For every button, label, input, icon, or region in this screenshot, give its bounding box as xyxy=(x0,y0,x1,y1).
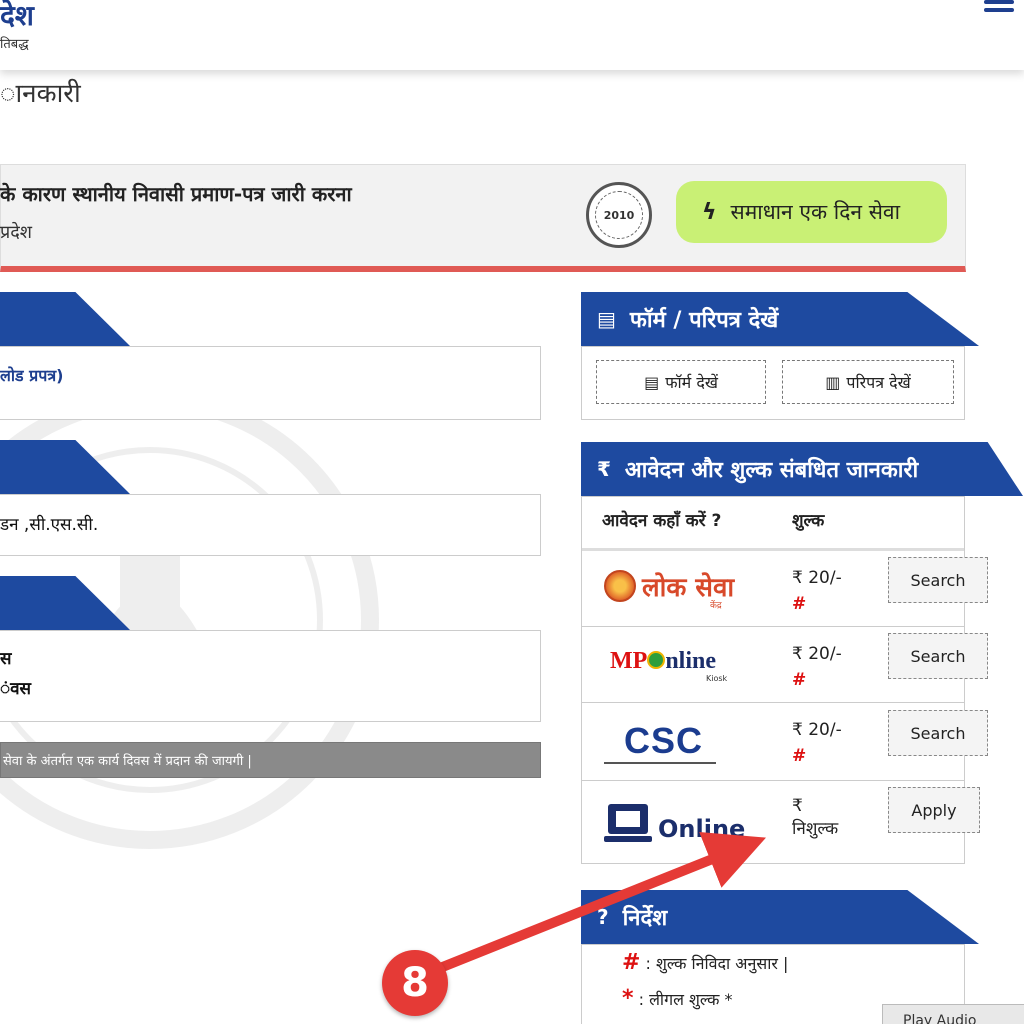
service-department: प्रदेश xyxy=(0,222,33,243)
rupee-icon: ₹ xyxy=(597,457,611,481)
question-circle-icon: ? xyxy=(597,905,609,929)
seal-2010-icon: 2010 xyxy=(586,182,652,248)
search-lok-seva-button[interactable]: Search xyxy=(888,557,988,603)
table-row-divider xyxy=(582,780,964,781)
fee-mponline: ₹ 20/- xyxy=(792,644,842,664)
fee-panel-header: ₹ आवेदन और शुल्क संबधित जानकारी xyxy=(581,442,1023,496)
nirdesh-panel-header: ? निर्देश xyxy=(581,890,979,944)
file-icon: ▤ xyxy=(644,372,660,392)
table-divider xyxy=(582,548,964,551)
table-row-divider xyxy=(582,702,964,703)
view-form-label: फॉर्म देखें xyxy=(665,373,718,392)
book-icon: ▥ xyxy=(825,372,841,392)
service-name: के कारण स्थानीय निवासी प्रमाण-पत्र जारी … xyxy=(0,182,352,206)
play-audio-button[interactable]: Play Audio xyxy=(882,1004,1024,1024)
search-mponline-button[interactable]: Search xyxy=(888,633,988,679)
time-line-2: ंवस xyxy=(0,679,32,699)
view-circular-label: परिपत्र देखें xyxy=(846,373,911,392)
col-fee-header: शुल्क xyxy=(792,511,825,531)
seal-year: 2010 xyxy=(595,191,643,239)
document-icon: ▤ xyxy=(597,307,616,331)
time-line-1: स xyxy=(0,649,12,669)
samadhan-label: समाधान एक दिन सेवा xyxy=(730,200,901,224)
hamburger-menu-icon[interactable] xyxy=(984,0,1014,14)
page-title: ानकारी xyxy=(0,79,81,109)
fee-online: निशुल्क xyxy=(792,819,839,839)
lok-seva-emblem-icon xyxy=(604,570,636,602)
online-logo: Online xyxy=(604,804,745,844)
view-circular-button[interactable]: ▥ परिपत्र देखें xyxy=(782,360,954,404)
mponline-logo: MP nline xyxy=(610,648,716,674)
forms-panel-header: ▤ फॉर्म / परिपत्र देखें xyxy=(581,292,979,346)
csc-logo: CSC xyxy=(624,720,704,761)
fee-lok-seva: ₹ 20/- xyxy=(792,568,842,588)
nirdesh-item-star: * : लीगल शुल्क * xyxy=(622,986,733,1011)
brand-subtitle: तिबद्ध xyxy=(0,37,29,52)
nirdesh-item-hash: # : शुल्क निविदा अनुसार | xyxy=(622,950,789,975)
fee-mark-lok-seva: # xyxy=(792,594,807,614)
service-note: सेवा के अंतर्गत एक कार्य दिवस में प्रदान… xyxy=(0,742,541,778)
fee-mark-mponline: # xyxy=(792,670,807,690)
fee-panel-title: आवेदन और शुल्क संबधित जानकारी xyxy=(624,458,919,483)
lok-seva-suffix: केंद्र xyxy=(710,601,722,611)
time-box xyxy=(0,630,541,722)
samadhan-ek-din-badge[interactable]: ϟ समाधान एक दिन सेवा xyxy=(676,181,947,243)
apply-online-button[interactable]: Apply xyxy=(888,787,980,833)
forms-panel-title: फॉर्म / परिपत्र देखें xyxy=(629,308,779,333)
search-csc-button[interactable]: Search xyxy=(888,710,988,756)
fee-mark-csc: # xyxy=(792,746,807,766)
mponline-kiosk-label: Kiosk xyxy=(706,674,728,683)
view-form-button[interactable]: ▤ फॉर्म देखें xyxy=(596,360,766,404)
fee-online-symbol: ₹ xyxy=(792,796,803,816)
section-tab-download xyxy=(0,292,130,346)
csc-logo-underline xyxy=(604,762,716,764)
where-text: डन ,सी.एस.सी. xyxy=(0,515,99,535)
brand-title[interactable]: देश xyxy=(0,0,34,34)
online-logo-text: Online xyxy=(658,815,746,843)
fee-csc: ₹ 20/- xyxy=(792,720,842,740)
download-link[interactable]: लोड प्रपत्र) xyxy=(0,364,63,386)
col-where-header: आवेदन कहाँ करें ? xyxy=(602,511,722,531)
site-header: देश तिबद्ध xyxy=(0,0,1024,70)
download-box xyxy=(0,346,541,420)
lightning-bolt-icon: ϟ xyxy=(702,199,717,225)
step-number-badge: 8 xyxy=(382,950,448,1016)
table-row-divider xyxy=(582,626,964,627)
nirdesh-panel-title: निर्देश xyxy=(622,906,668,931)
laptop-icon xyxy=(604,804,652,844)
